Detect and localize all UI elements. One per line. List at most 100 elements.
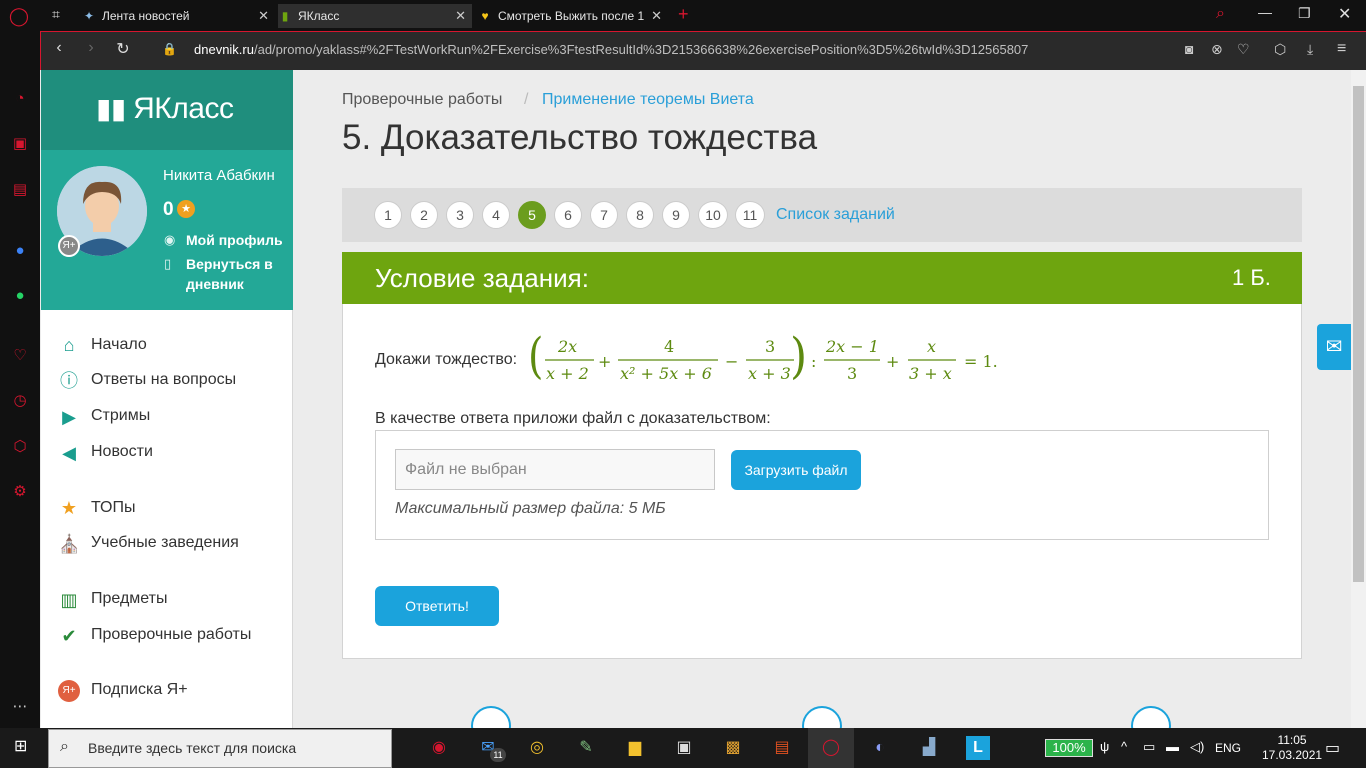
breadcrumb-topic[interactable]: Применение теоремы Виета [542, 91, 754, 109]
question-number[interactable]: 8 [626, 201, 654, 229]
back-to-diary-link-line2[interactable]: дневник [186, 276, 244, 292]
tab-yaklass[interactable]: ▮ ЯКласс ✕ [278, 4, 472, 28]
formula-op: + [886, 352, 899, 371]
power-icon[interactable]: ψ [1100, 739, 1109, 754]
search-icon[interactable]: ⌕ [1216, 5, 1225, 23]
upload-file-button[interactable]: Загрузить файл [731, 450, 861, 490]
reload-icon[interactable]: ↻ [112, 39, 134, 59]
megaphone-icon: ◀ [62, 443, 76, 463]
forward-icon[interactable]: › [80, 39, 102, 57]
bookmark-heart-icon[interactable]: ♡ [1237, 41, 1250, 58]
language-indicator[interactable]: ENG [1215, 741, 1241, 755]
question-number[interactable]: 9 [662, 201, 690, 229]
question-icon: ⓘ [60, 371, 78, 391]
condition-title: Условие задания: [375, 263, 589, 293]
question-number[interactable]: 1 [374, 201, 402, 229]
opera-icon[interactable]: ◯ [819, 736, 843, 760]
whatsapp-icon[interactable]: ● [9, 285, 31, 307]
app-icon[interactable]: ◉ [427, 736, 451, 760]
app-icon[interactable]: ▟ [917, 736, 941, 760]
bag-icon[interactable]: ▣ [9, 133, 31, 155]
site-logo[interactable]: ▮▮ ЯКласс [96, 92, 234, 126]
close-icon[interactable]: ✕ [258, 4, 269, 28]
question-number[interactable]: 7 [590, 201, 618, 229]
tab-news[interactable]: ✦ Лента новостей ✕ [82, 4, 275, 28]
question-number[interactable]: 2 [410, 201, 438, 229]
url-field[interactable]: dnevnik.ru/ad/promo/yaklass#%2FTestWorkR… [194, 42, 1028, 57]
volume-icon[interactable]: ◁) [1190, 739, 1204, 755]
url-domain: dnevnik.ru [194, 42, 254, 57]
network-icon[interactable]: ▭ [1143, 739, 1155, 755]
my-profile-link[interactable]: Мой профиль [186, 232, 283, 248]
nav-item-tops[interactable]: ТОПы [91, 499, 136, 517]
formula-term: 4 [664, 337, 674, 356]
history-icon[interactable]: ◷ [9, 390, 31, 412]
heart-icon[interactable]: ♡ [9, 345, 31, 367]
close-icon[interactable]: ✕ [651, 4, 662, 28]
settings-icon[interactable]: ⚙ [9, 481, 31, 503]
nav-item-tests[interactable]: Проверочные работы [91, 626, 251, 644]
extensions-icon[interactable]: ⬡ [1274, 41, 1286, 58]
close-icon[interactable]: ✕ [455, 4, 466, 28]
opera-menu-icon[interactable]: ◯ [8, 6, 30, 26]
breadcrumb-tests[interactable]: Проверочные работы [342, 91, 502, 109]
store-icon[interactable]: ▣ [672, 736, 696, 760]
close-window-icon[interactable]: ✕ [1338, 4, 1351, 24]
twitch-icon[interactable]: ▤ [9, 179, 31, 201]
formula-term: x + 3 [748, 364, 791, 383]
chevron-up-icon[interactable]: ^ [1121, 739, 1127, 754]
identity-formula: ( 2x x + 2 + 4 x² + 5x + 6 − 3 x + 3 ) :… [528, 332, 998, 385]
cube-icon[interactable]: ⬡ [9, 436, 31, 458]
task-prompt: Докажи тождество: [375, 351, 518, 368]
question-number[interactable]: 6 [554, 201, 582, 229]
windows-start-icon[interactable]: ⊞ [14, 738, 32, 756]
formula-term: 3 + x [909, 364, 952, 383]
yaplus-badge-icon: Я+ [58, 235, 80, 257]
submit-answer-button[interactable]: Ответить! [375, 586, 499, 626]
yaplus-icon: Я+ [58, 680, 80, 702]
menu-icon[interactable]: ≡ [1337, 40, 1346, 58]
chrome-icon[interactable]: ◎ [525, 736, 549, 760]
camera-icon[interactable]: ◙ [1185, 41, 1193, 57]
question-number[interactable]: 4 [482, 201, 510, 229]
nav-item-schools[interactable]: Учебные заведения [91, 534, 239, 552]
scrollbar-thumb[interactable] [1353, 86, 1364, 582]
paint-icon[interactable]: ✎ [574, 736, 598, 760]
nav-item-answers[interactable]: Ответы на вопросы [91, 371, 236, 389]
download-icon[interactable]: ⤓ [1307, 41, 1313, 58]
battery-indicator[interactable]: 100% [1045, 739, 1093, 757]
nav-item-subjects[interactable]: Предметы [91, 590, 167, 608]
nav-item-streams[interactable]: Стримы [91, 407, 150, 425]
new-tab-icon[interactable]: + [678, 4, 689, 25]
diary-icon: ▯ [164, 256, 172, 271]
l-app-icon[interactable]: L [966, 736, 990, 760]
speed-dial-icon[interactable]: ◔ [9, 88, 31, 110]
question-list-link[interactable]: Список заданий [776, 206, 895, 224]
question-number-active[interactable]: 5 [518, 201, 546, 229]
discord-icon[interactable]: ◐ [868, 736, 892, 760]
messenger-icon[interactable]: ● [9, 240, 31, 262]
battery-icon[interactable]: ▬ [1166, 739, 1179, 754]
tab-movie[interactable]: ♥ Смотреть Выжить после 1 ✕ [478, 4, 668, 28]
folder-icon[interactable]: ▆ [623, 736, 647, 760]
nav-item-news[interactable]: Новости [91, 443, 153, 461]
feedback-mail-icon[interactable]: ✉ [1317, 324, 1351, 370]
nav-item-home[interactable]: Начало [91, 336, 147, 354]
minimize-icon[interactable]: — [1258, 4, 1272, 20]
more-icon[interactable]: ⋯ [9, 696, 31, 718]
file-input[interactable]: Файл не выбран [395, 449, 715, 490]
notification-icon[interactable]: ▭ [1325, 738, 1340, 758]
back-icon[interactable]: ‹ [48, 39, 70, 57]
adblock-icon[interactable]: ⊗ [1211, 41, 1223, 58]
profile-name[interactable]: Никита Абабкин [163, 167, 275, 184]
back-to-diary-link[interactable]: Вернуться в [186, 256, 273, 272]
gamepad-icon[interactable]: ⌗ [52, 6, 60, 23]
cube-app-icon[interactable]: ▩ [721, 736, 745, 760]
question-number[interactable]: 3 [446, 201, 474, 229]
taskbar-clock[interactable]: 11:05 17.03.2021 [1262, 733, 1322, 763]
office-icon[interactable]: ▤ [770, 736, 794, 760]
question-number[interactable]: 11 [735, 201, 765, 229]
question-number[interactable]: 10 [698, 201, 728, 229]
maximize-icon[interactable]: ❐ [1298, 5, 1311, 22]
nav-item-subscription[interactable]: Подписка Я+ [91, 681, 188, 699]
